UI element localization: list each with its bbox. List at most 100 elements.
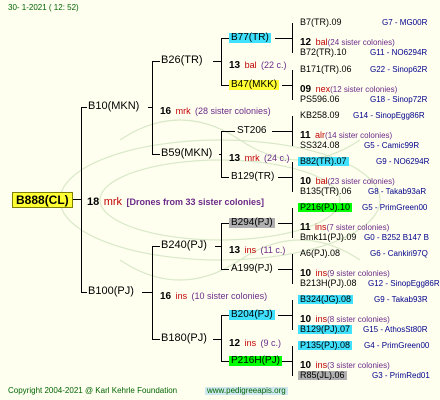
leaf-ref: G11 - NO6294R [370, 48, 428, 57]
tree-line [221, 223, 229, 224]
tree-line [221, 223, 222, 269]
tree-line [292, 300, 293, 330]
b240-info: 13 ins (11 c.) [229, 245, 286, 256]
tree-line [81, 107, 82, 292]
leaf-ref: G14 - SinopEgg86R [353, 111, 425, 120]
b26-info: 13 bal (22 c.) [229, 60, 287, 71]
node-a199: A199(PJ) [231, 263, 273, 274]
node-b100: B100(PJ) [88, 285, 134, 297]
tree-line [292, 23, 293, 53]
leaf-id: B7(TR).09 [300, 17, 342, 27]
tree-line [152, 61, 160, 62]
tree-line [152, 246, 160, 247]
tree-line [278, 269, 292, 270]
tree-line [278, 223, 292, 224]
leaf-ref: G8 - Takab93aR [368, 187, 427, 196]
tree-line [213, 339, 221, 340]
tree-line [148, 107, 152, 108]
leaf-ref: G5 - PrimGreen00 [362, 203, 428, 212]
leaf-id: B324(JG).08 [298, 294, 354, 304]
tree-line [221, 38, 229, 39]
tree-line [278, 315, 292, 316]
footer-site-link[interactable]: www.pedigreeapis.org [205, 387, 288, 395]
tree-line [221, 177, 229, 178]
tree-line [152, 339, 160, 340]
leaf-id: A6(PJ).08 [300, 248, 341, 258]
leaf-id: B135(TR).06 [300, 186, 352, 196]
leaf-id: R85(JL).06 [298, 370, 347, 380]
leaf-ref: G4 - PrimGreen00 [364, 341, 430, 350]
tree-line [221, 131, 222, 177]
tree-line [73, 199, 81, 200]
leaf-ref: G3 - PrimRed01 [372, 371, 430, 380]
leaf-id: B72(TR).10 [300, 47, 347, 57]
tree-line [292, 208, 293, 238]
tree-line [292, 70, 293, 100]
tree-line [221, 315, 222, 361]
root-type: mrk [103, 196, 123, 208]
node-st206: ST206 [237, 125, 267, 136]
node-b47: B47(MKK) [229, 79, 280, 90]
tree-line [213, 61, 221, 62]
node-b10: B10(MKN) [88, 100, 140, 112]
tree-line [221, 269, 229, 270]
tree-line [81, 107, 87, 108]
leaf-ref: G12 - SinopEgg86R [368, 279, 440, 288]
tree-line [221, 131, 235, 132]
leaf-ref: G7 - MG00R [382, 18, 428, 27]
node-b129: B129(TR) [231, 171, 275, 182]
node-b77: B77(TR) [229, 32, 271, 43]
header-date: 30- 1-2021 ( 12: 52) [8, 3, 79, 12]
leaf-ref: G6 - Cankiri97Q [370, 249, 428, 258]
tree-line [278, 177, 292, 178]
node-b180: B180(PJ) [161, 332, 207, 344]
leaf-id: SS324.08 [300, 140, 340, 150]
leaf-id: B129(PJ).07 [298, 324, 353, 334]
b59-info: 13 mrk (24 c.) [229, 153, 290, 164]
leaf-id: B171(TR).06 [300, 64, 352, 74]
leaf-ref: G0 - B252 B147 B [364, 233, 429, 242]
tree-line [142, 292, 152, 293]
node-b240: B240(PJ) [161, 239, 207, 251]
node-b294: B294(PJ) [229, 217, 275, 228]
tree-line [282, 85, 292, 86]
b10-info: 16 mrk (28 sister colonies) [160, 106, 271, 117]
b100-info: 16 ins (10 sister colonies) [160, 291, 268, 302]
leaf-ref: G5 - Camic99R [364, 141, 420, 150]
tree-line [275, 38, 292, 39]
leaf-id: KB258.09 [300, 110, 340, 120]
tree-line [292, 116, 293, 146]
root-node: B888(CL) [12, 192, 73, 208]
leaf-ref: G15 - AthosSt80R [363, 325, 428, 334]
node-b204: B204(PJ) [229, 309, 275, 320]
root-info: 18 mrk [Drones from 33 sister colonies] [87, 193, 264, 209]
leaf-ref: G22 - Sinop62R [370, 65, 428, 74]
tree-line [219, 154, 221, 155]
leaf-ref: G18 - Sinop72R [370, 95, 428, 104]
leaf-id: B213H(PJ).08 [300, 278, 357, 288]
b180-info: 12 ins (9 c.) [229, 338, 282, 349]
tree-line [292, 346, 293, 376]
tree-line [221, 315, 229, 316]
leaf-id: P135(PJ).08 [298, 340, 353, 350]
leaf-id: B82(TR).07 [298, 156, 349, 166]
leaf-id: P216(PJ).10 [298, 202, 353, 212]
root-count: 18 [87, 196, 100, 208]
tree-line [221, 38, 222, 85]
leaf-ref: G9 - NO6294R [376, 157, 430, 166]
tree-line [292, 162, 293, 192]
tree-line [152, 154, 160, 155]
leaf-id: Bmk11(PJ).09 [300, 232, 357, 242]
tree-line [215, 246, 221, 247]
node-b59: B59(MKN) [161, 147, 213, 159]
footer-copyright: Copyright 2004-2021 @ Karl Kehrle Founda… [8, 386, 178, 395]
tree-line [81, 292, 87, 293]
node-b26: B26(TR) [161, 54, 203, 66]
tree-line [152, 246, 153, 339]
tree-line [221, 361, 229, 362]
tree-line [292, 254, 293, 284]
leaf-ref: G9 - Takab93R [374, 295, 428, 304]
root-note: [Drones from 33 sister colonies] [126, 197, 265, 207]
tree-line [272, 131, 292, 132]
node-p216: P216H(PJ) [229, 355, 282, 366]
